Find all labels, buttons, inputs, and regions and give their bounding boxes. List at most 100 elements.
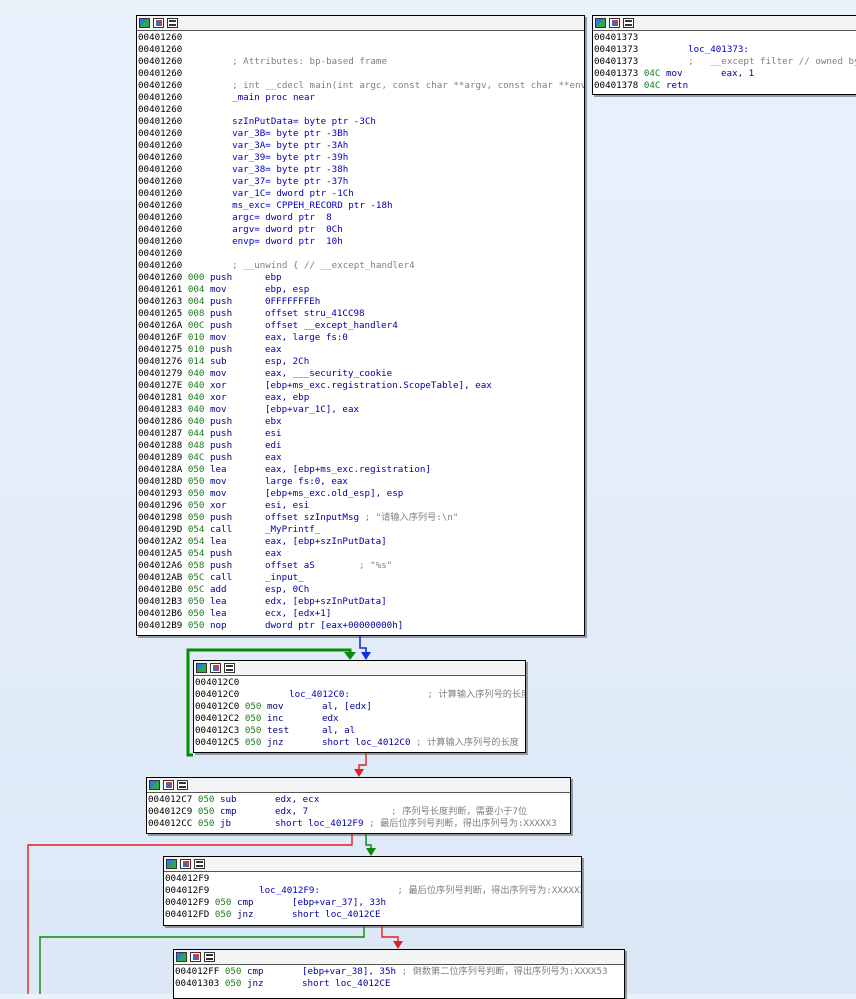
- asm-line[interactable]: 00401373 loc_401373:: [594, 44, 856, 56]
- asm-line[interactable]: 00401265 008 push offset stru_41CC98: [138, 308, 584, 320]
- asm-line[interactable]: 00401373 04C mov eax, 1: [594, 68, 856, 80]
- asm-line[interactable]: 00401373 ; __except filter // owned by 4…: [594, 56, 856, 68]
- asm-line[interactable]: 004012C7 050 sub edx, ecx: [148, 794, 570, 806]
- asm-line[interactable]: 0040127E 040 xor [ebp+ms_exc.registration…: [138, 380, 584, 392]
- asm-line[interactable]: 0040128D 050 mov large fs:0, eax: [138, 476, 584, 488]
- asm-line[interactable]: 00401298 050 push offset szInputMsg ; "请输…: [138, 512, 584, 524]
- asm-line[interactable]: 004012C0: [195, 677, 525, 689]
- edge-main-to-loop[interactable]: [359, 636, 367, 656]
- list-icon[interactable]: [194, 859, 205, 869]
- asm-line[interactable]: 00401260: [138, 248, 584, 260]
- asm-line[interactable]: 00401260 envp= dword ptr 10h: [138, 236, 584, 248]
- asm-line[interactable]: 004012FD 050 jnz short loc_4012CE: [165, 909, 581, 921]
- asm-line[interactable]: 00401296 050 xor esi, esi: [138, 500, 584, 512]
- asm-line[interactable]: 00401293 050 mov [ebp+ms_exc.old_esp], es…: [138, 488, 584, 500]
- asm-line[interactable]: 004012FF 050 cmp [ebp+var_38], 35h ; 倒数第二…: [175, 966, 624, 978]
- asm-line[interactable]: 00401260 ; __unwind { // __except_handle…: [138, 260, 584, 272]
- asm-line[interactable]: 004012F9 loc_4012F9: ; 最后位序列号判断，得出序列号为:X…: [165, 885, 581, 897]
- asm-line[interactable]: 00401260 ms_exc= CPPEH_RECORD ptr -18h: [138, 200, 584, 212]
- asm-line[interactable]: 00401288 048 push edi: [138, 440, 584, 452]
- asm-line[interactable]: 00401276 014 sub esp, 2Ch: [138, 356, 584, 368]
- code-block-main[interactable]: 00401260 00401260 00401260 ; Attributes:…: [136, 15, 585, 636]
- asm-line[interactable]: 00401260 var_38= byte ptr -38h: [138, 164, 584, 176]
- list-icon[interactable]: [224, 663, 235, 673]
- asm-line[interactable]: 00401260: [138, 44, 584, 56]
- asm-line[interactable]: 004012C0 050 mov al, [edx]: [195, 701, 525, 713]
- asm-line[interactable]: 004012C0 loc_4012C0: ; 计算输入序列号的长度: [195, 689, 525, 701]
- asm-line[interactable]: 00401263 004 push 0FFFFFFFEh: [138, 296, 584, 308]
- asm-line[interactable]: 0040126A 00C push offset __except_handler…: [138, 320, 584, 332]
- graph-color-icon[interactable]: [595, 18, 606, 28]
- asm-line[interactable]: 00401260 szInPutData= byte ptr -3Ch: [138, 116, 584, 128]
- edit-icon[interactable]: [609, 18, 620, 28]
- asm-line[interactable]: 00401286 040 push ebx: [138, 416, 584, 428]
- graph-color-icon[interactable]: [149, 780, 160, 790]
- asm-line[interactable]: 004012B6 050 lea ecx, [edx+1]: [138, 608, 584, 620]
- code-block-last-digit[interactable]: 004012F9 004012F9 loc_4012F9: ; 最后位序列号判断…: [163, 856, 582, 926]
- operands: offset stru_41CC98: [264, 308, 365, 319]
- asm-line[interactable]: 00401281 040 xor eax, ebp: [138, 392, 584, 404]
- code-block-second-last-digit[interactable]: 004012FF 050 cmp [ebp+var_38], 35h ; 倒数第二…: [173, 949, 625, 999]
- code-block-length-check[interactable]: 004012C7 050 sub edx, ecx 004012C9 050 cm…: [146, 777, 571, 834]
- asm-line[interactable]: 004012CC 050 jb short loc_4012F9 ; 最后位序列号…: [148, 818, 570, 830]
- asm-line[interactable]: 0040126F 010 mov eax, large fs:0: [138, 332, 584, 344]
- asm-line[interactable]: 004012C9 050 cmp edx, 7 ; 序列号长度判断，需要小于7位: [148, 806, 570, 818]
- edit-icon[interactable]: [190, 952, 201, 962]
- list-icon[interactable]: [623, 18, 634, 28]
- asm-line[interactable]: 00401260: [138, 104, 584, 116]
- asm-line[interactable]: 004012C5 050 jnz short loc_4012C0 ; 计算输入序…: [195, 737, 525, 749]
- asm-line[interactable]: 00401260: [138, 32, 584, 44]
- asm-line[interactable]: 00401287 044 push esi: [138, 428, 584, 440]
- list-icon[interactable]: [177, 780, 188, 790]
- graph-color-icon[interactable]: [166, 859, 177, 869]
- asm-line[interactable]: 00401260 ; Attributes: bp-based frame: [138, 56, 584, 68]
- edge-len-to-last[interactable]: [365, 834, 372, 852]
- asm-line[interactable]: 00401260 var_3B= byte ptr -3Bh: [138, 128, 584, 140]
- edge-loop-to-len[interactable]: [358, 753, 367, 773]
- asm-line[interactable]: 00401275 010 push eax: [138, 344, 584, 356]
- code-block-except-filter[interactable]: 00401373 00401373 loc_401373: 00401373 ;…: [592, 15, 856, 95]
- asm-line[interactable]: 00401261 004 mov ebp, esp: [138, 284, 584, 296]
- asm-line[interactable]: 004012C2 050 inc edx: [195, 713, 525, 725]
- asm-line[interactable]: 00401260 _main proc near: [138, 92, 584, 104]
- asm-line[interactable]: 004012B9 050 nop dword ptr [eax+00000000h…: [138, 620, 584, 632]
- edit-icon[interactable]: [180, 859, 191, 869]
- asm-line[interactable]: 004012C3 050 test al, al: [195, 725, 525, 737]
- asm-line[interactable]: 004012B3 050 lea edx, [ebp+szInPutData]: [138, 596, 584, 608]
- asm-line[interactable]: 00401260 var_1C= dword ptr -1Ch: [138, 188, 584, 200]
- asm-line[interactable]: 00401260 var_37= byte ptr -37h: [138, 176, 584, 188]
- asm-line[interactable]: 00401260: [138, 68, 584, 80]
- asm-line[interactable]: 00401260 000 push ebp: [138, 272, 584, 284]
- asm-line[interactable]: 004012A6 058 push offset aS ; "%s": [138, 560, 584, 572]
- list-icon[interactable]: [167, 18, 178, 28]
- asm-line[interactable]: 0040128A 050 lea eax, [ebp+ms_exc.registr…: [138, 464, 584, 476]
- edit-icon[interactable]: [210, 663, 221, 673]
- asm-line[interactable]: 00401260 argc= dword ptr 8: [138, 212, 584, 224]
- graph-color-icon[interactable]: [176, 952, 187, 962]
- address: 0040129D: [138, 524, 183, 535]
- list-icon[interactable]: [204, 952, 215, 962]
- asm-line[interactable]: 00401378 04C retn: [594, 80, 856, 92]
- asm-line[interactable]: 00401289 04C push eax: [138, 452, 584, 464]
- asm-line[interactable]: 004012F9: [165, 873, 581, 885]
- edit-icon[interactable]: [153, 18, 164, 28]
- graph-color-icon[interactable]: [196, 663, 207, 673]
- asm-line[interactable]: 00401283 040 mov [ebp+var_1C], eax: [138, 404, 584, 416]
- edit-icon[interactable]: [163, 780, 174, 790]
- asm-line[interactable]: 004012A5 054 push eax: [138, 548, 584, 560]
- asm-line[interactable]: 004012B0 05C add esp, 0Ch: [138, 584, 584, 596]
- asm-line[interactable]: 004012A2 054 lea eax, [ebp+szInPutData]: [138, 536, 584, 548]
- asm-line[interactable]: 00401260 var_3A= byte ptr -3Ah: [138, 140, 584, 152]
- asm-line[interactable]: 00401373: [594, 32, 856, 44]
- asm-line[interactable]: 00401260 var_39= byte ptr -39h: [138, 152, 584, 164]
- asm-line[interactable]: 004012AB 05C call _input_: [138, 572, 584, 584]
- asm-line[interactable]: 00401260 argv= dword ptr 0Ch: [138, 224, 584, 236]
- code-block-length-loop[interactable]: 004012C0 004012C0 loc_4012C0: ; 计算输入序列号的…: [193, 660, 526, 753]
- asm-line[interactable]: 004012F9 050 cmp [ebp+var_37], 33h: [165, 897, 581, 909]
- graph-color-icon[interactable]: [139, 18, 150, 28]
- asm-line[interactable]: 0040129D 054 call _MyPrintf_: [138, 524, 584, 536]
- asm-line[interactable]: 00401279 040 mov eax, ___security_cookie: [138, 368, 584, 380]
- asm-line[interactable]: 00401303 050 jnz short loc_4012CE: [175, 978, 624, 990]
- edge-last-to-second[interactable]: [381, 926, 399, 945]
- asm-line[interactable]: 00401260 ; int __cdecl main(int argc, co…: [138, 80, 584, 92]
